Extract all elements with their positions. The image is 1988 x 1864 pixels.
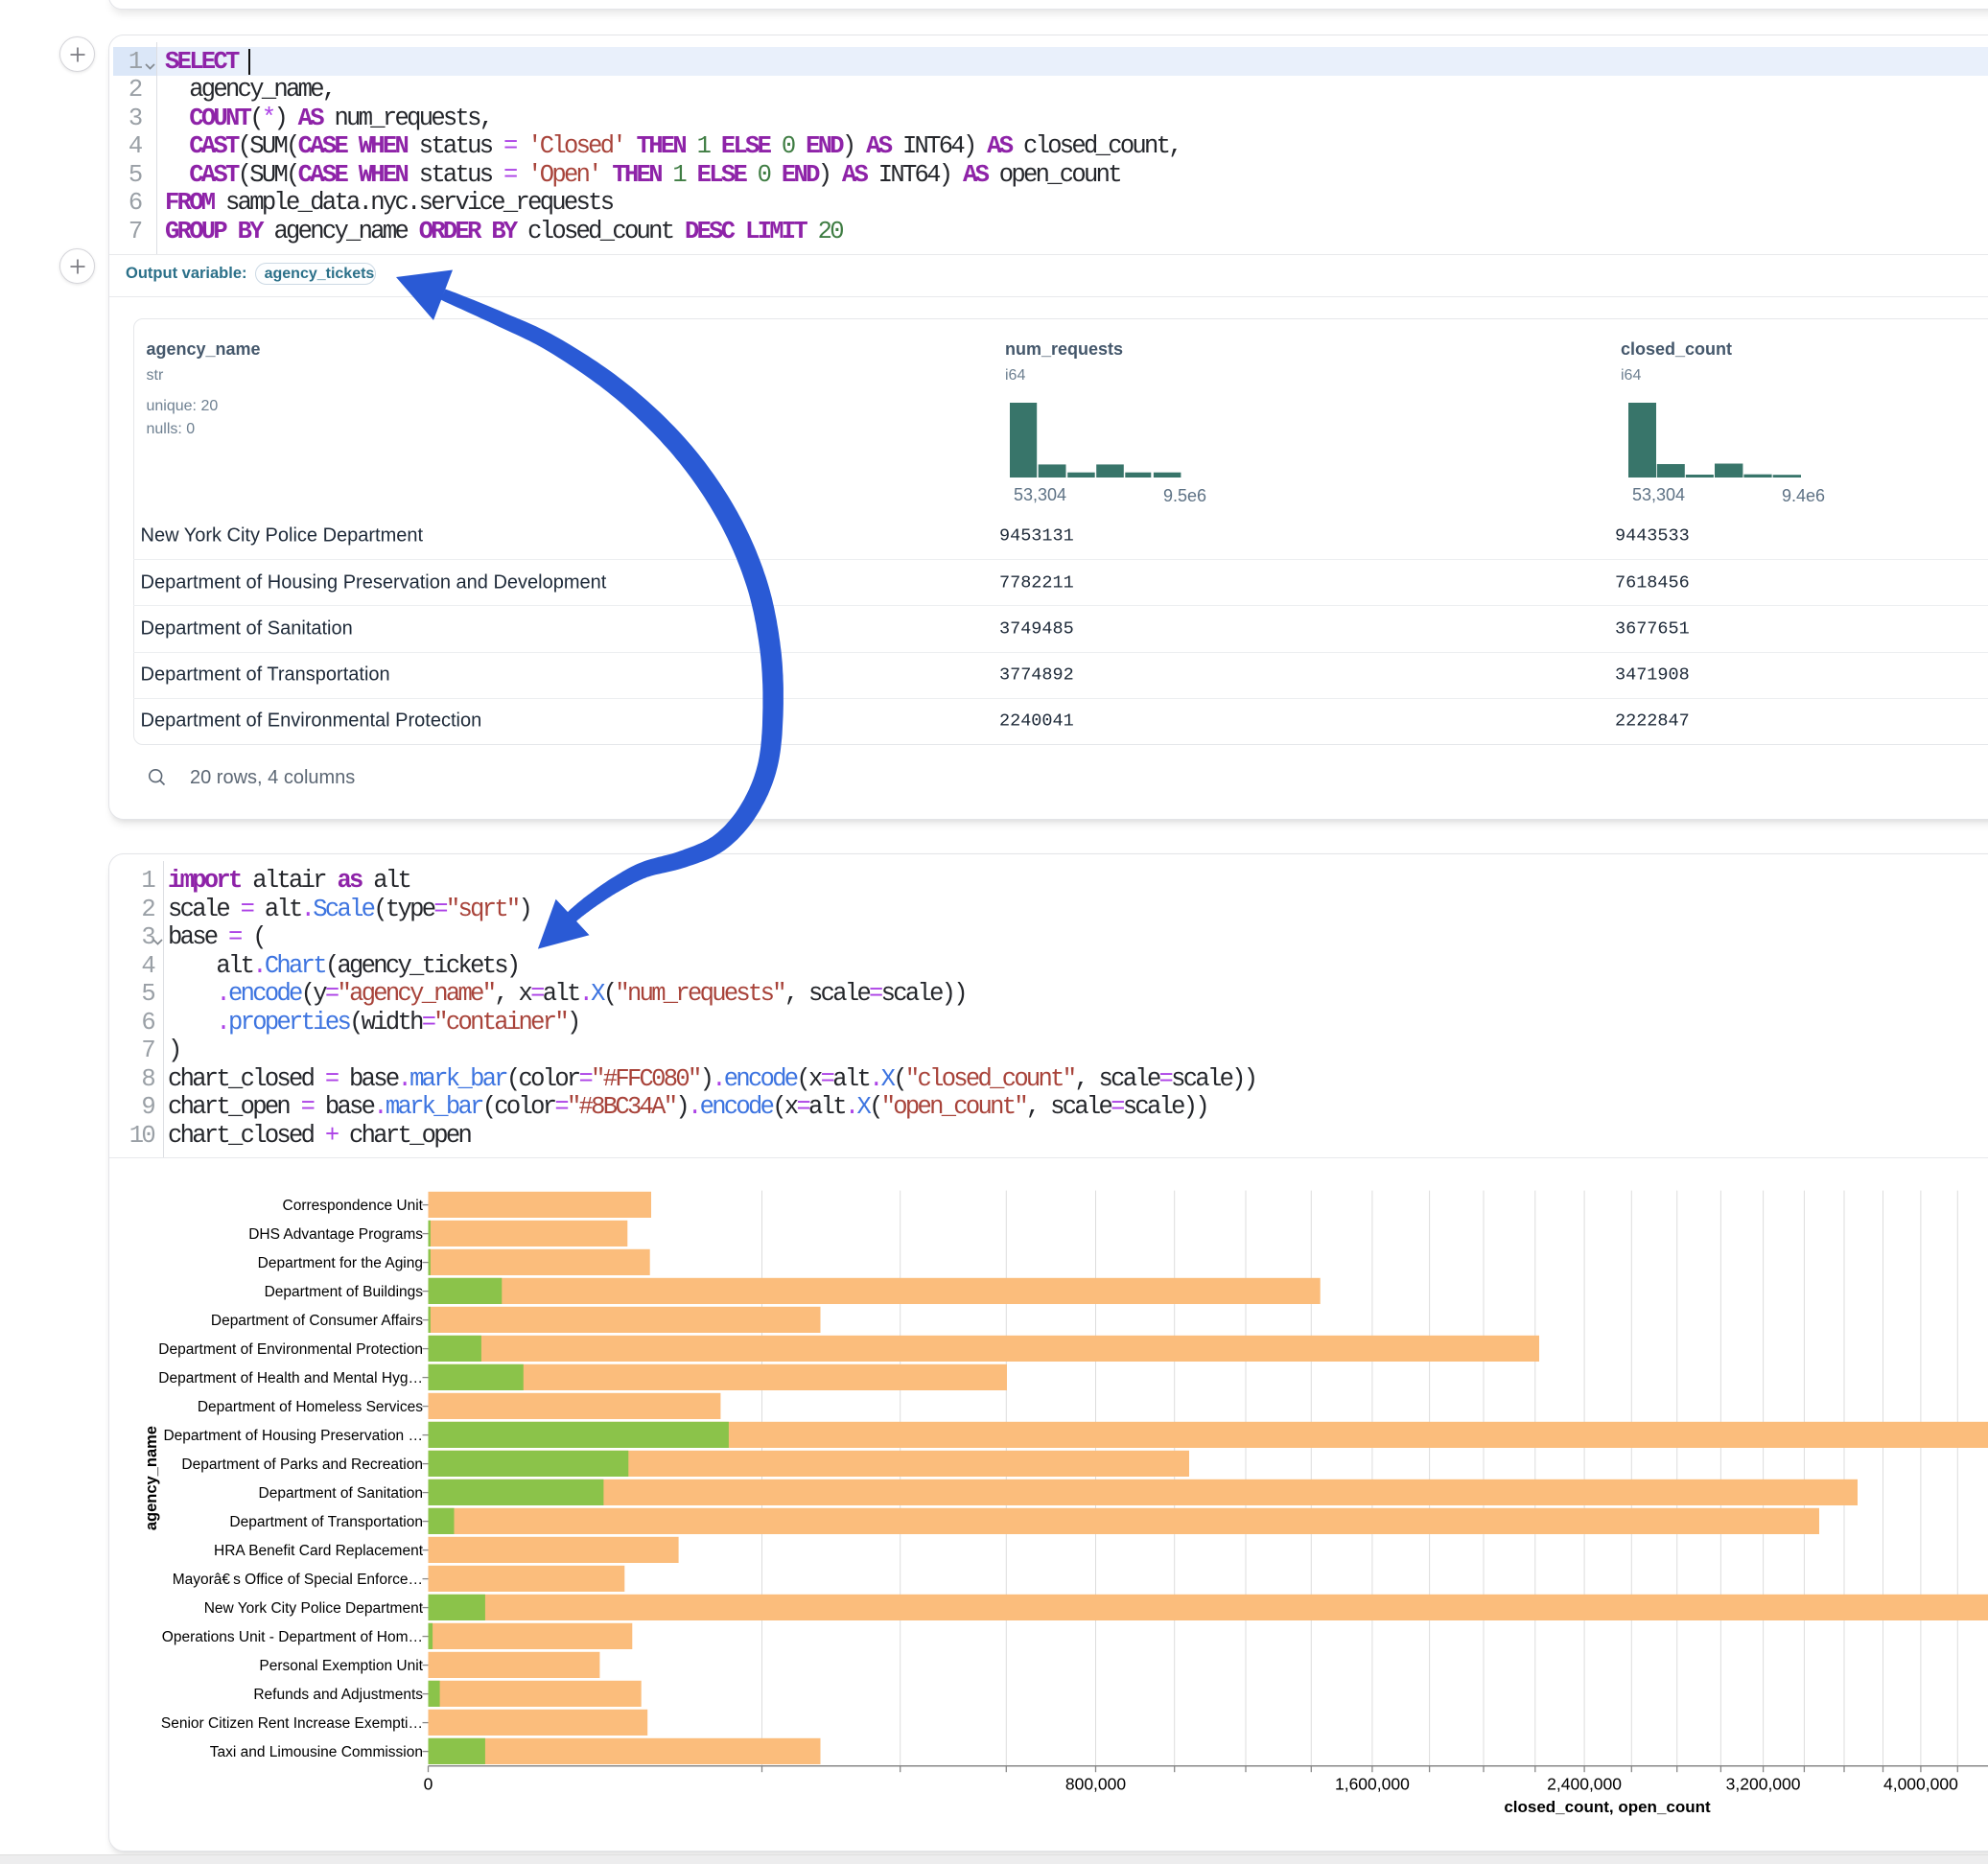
svg-text:Taxi and Limousine Commission: Taxi and Limousine Commission — [210, 1744, 423, 1760]
svg-text:agency_name: agency_name — [143, 1426, 160, 1530]
svg-text:3,200,000: 3,200,000 — [1726, 1775, 1801, 1794]
svg-text:4,000,000: 4,000,000 — [1883, 1775, 1958, 1794]
svg-text:Operations Unit - Department o: Operations Unit - Department of Hom… — [162, 1629, 423, 1645]
svg-text:Department of Homeless Service: Department of Homeless Services — [198, 1399, 423, 1415]
svg-text:Department of Sanitation: Department of Sanitation — [259, 1485, 423, 1502]
svg-text:New York City Police Departmen: New York City Police Department — [204, 1600, 424, 1617]
svg-text:closed_count, open_count: closed_count, open_count — [1504, 1798, 1711, 1816]
svg-text:Department for the Aging: Department for the Aging — [258, 1255, 423, 1271]
svg-text:1,600,000: 1,600,000 — [1335, 1775, 1410, 1794]
svg-text:800,000: 800,000 — [1065, 1775, 1127, 1794]
svg-text:Department of Consumer Affairs: Department of Consumer Affairs — [211, 1313, 423, 1329]
svg-text:Department of Housing Preserva: Department of Housing Preservation … — [163, 1428, 423, 1444]
svg-text:Mayorâ€ s Office of Special En: Mayorâ€ s Office of Special Enforce… — [173, 1572, 423, 1588]
svg-text:2,400,000: 2,400,000 — [1547, 1775, 1622, 1794]
svg-text:Department of Environmental Pr: Department of Environmental Protection — [158, 1341, 423, 1358]
svg-text:Senior Citizen Rent Increase E: Senior Citizen Rent Increase Exempti… — [161, 1715, 423, 1732]
svg-text:Correspondence Unit: Correspondence Unit — [283, 1198, 424, 1214]
svg-text:Department of Transportation: Department of Transportation — [229, 1514, 423, 1530]
svg-text:HRA Benefit Card Replacement: HRA Benefit Card Replacement — [214, 1543, 424, 1559]
svg-text:Department of Parks and Recrea: Department of Parks and Recreation — [181, 1456, 423, 1473]
svg-text:Refunds and Adjustments: Refunds and Adjustments — [253, 1687, 423, 1703]
svg-text:DHS Advantage Programs: DHS Advantage Programs — [248, 1226, 423, 1243]
svg-text:Department of Health and Menta: Department of Health and Mental Hyg… — [158, 1370, 423, 1386]
svg-text:0: 0 — [424, 1775, 433, 1794]
svg-text:Department of Buildings: Department of Buildings — [265, 1284, 424, 1300]
svg-text:Personal Exemption Unit: Personal Exemption Unit — [259, 1658, 423, 1674]
